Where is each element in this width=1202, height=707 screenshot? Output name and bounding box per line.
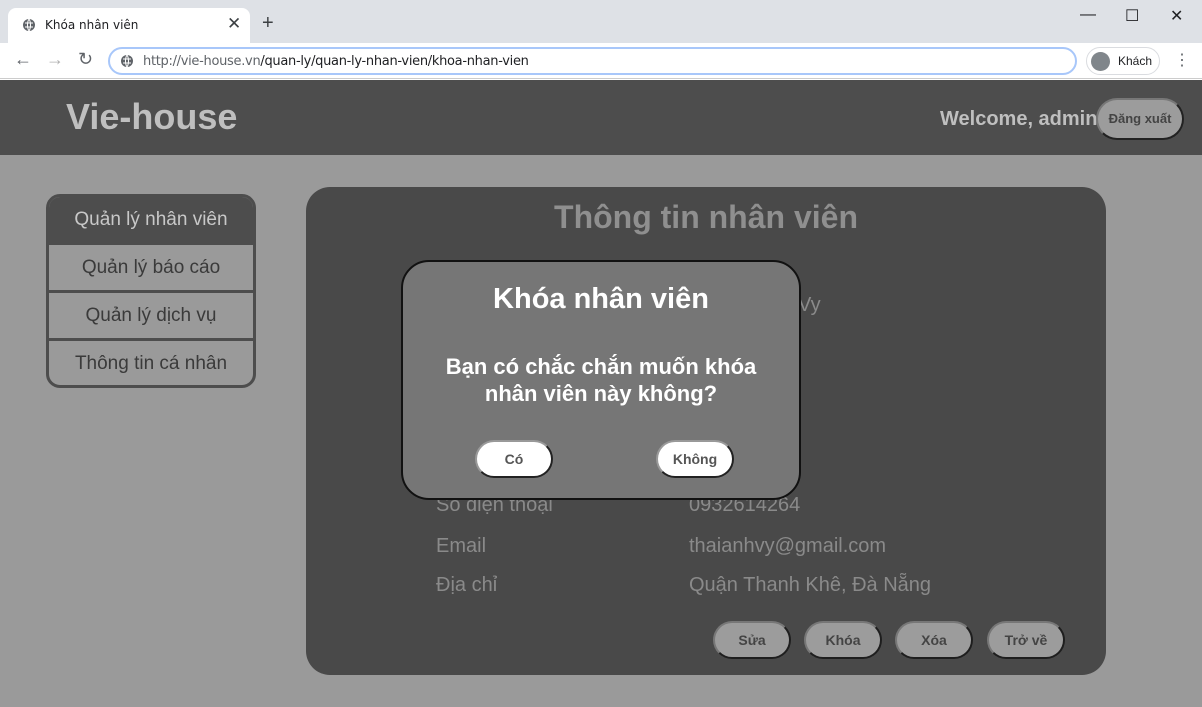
dialog-message: Bạn có chắc chắn muốn khóa nhân viên này… — [445, 354, 757, 406]
tab-title: Khóa nhân viên — [45, 18, 139, 32]
url-text: http://vie-house.vn/quan-ly/quan-ly-nhan… — [143, 54, 529, 69]
profile-button[interactable]: Khách — [1086, 47, 1160, 75]
site-logo[interactable]: Vie-house — [66, 96, 237, 138]
reload-button[interactable]: ↻ — [78, 49, 93, 70]
browser-tabbar: Khóa nhân viên ✕ + — ☐ ✕ — [0, 0, 1202, 43]
site-info-icon[interactable] — [120, 54, 134, 68]
email-label: Email — [436, 535, 487, 557]
address-label: Địa chỉ — [436, 574, 498, 596]
browser-tab[interactable]: Khóa nhân viên ✕ — [8, 8, 250, 43]
card-title: Thông tin nhân viên — [554, 199, 858, 235]
partial-name-value: Vy — [798, 294, 821, 316]
confirm-no-button[interactable]: Không — [656, 440, 734, 478]
email-value: thaianhvy@gmail.com — [689, 535, 887, 557]
confirm-yes-button[interactable]: Có — [475, 440, 553, 478]
page: Vie-house Welcome, admin Đăng xuất Quản … — [0, 80, 1202, 707]
sidebar-item-services[interactable]: Quản lý dịch vụ — [49, 293, 253, 338]
browser-menu-icon[interactable]: ⋮ — [1174, 50, 1190, 70]
avatar-icon — [1091, 52, 1110, 71]
url-host: http://vie-house.vn — [143, 54, 261, 69]
browser-toolbar: ← → ↻ http://vie-house.vn/quan-ly/quan-l… — [0, 43, 1202, 79]
site-header: Vie-house Welcome, admin Đăng xuất — [0, 80, 1202, 155]
new-tab-button[interactable]: + — [262, 12, 274, 35]
dialog-title: Khóa nhân viên — [493, 283, 709, 315]
logout-button[interactable]: Đăng xuất — [1096, 98, 1184, 140]
lock-confirm-dialog: Khóa nhân viên Bạn có chắc chắn muốn khó… — [401, 260, 801, 500]
maximize-button[interactable]: ☐ — [1125, 6, 1139, 26]
minimize-button[interactable]: — — [1080, 6, 1096, 24]
back-button[interactable]: Trở về — [987, 621, 1065, 659]
sidebar-item-profile[interactable]: Thông tin cá nhân — [49, 341, 253, 385]
delete-button[interactable]: Xóa — [895, 621, 973, 659]
tab-close-icon[interactable]: ✕ — [227, 14, 241, 34]
sidebar-item-reports[interactable]: Quản lý báo cáo — [49, 245, 253, 290]
forward-button[interactable]: → — [46, 49, 64, 70]
address-value: Quận Thanh Khê, Đà Nẵng — [689, 574, 932, 596]
sidebar: Quản lý nhân viên Quản lý báo cáo Quản l… — [46, 194, 256, 388]
welcome-text: Welcome, admin — [940, 108, 1098, 130]
edit-button[interactable]: Sửa — [713, 621, 791, 659]
back-button[interactable]: ← — [14, 49, 32, 70]
profile-label: Khách — [1118, 54, 1153, 68]
address-bar[interactable]: http://vie-house.vn/quan-ly/quan-ly-nhan… — [108, 47, 1077, 75]
lock-button[interactable]: Khóa — [804, 621, 882, 659]
globe-icon — [23, 18, 35, 32]
sidebar-item-employees[interactable]: Quản lý nhân viên — [49, 197, 253, 242]
url-path: /quan-ly/quan-ly-nhan-vien/khoa-nhan-vie… — [260, 54, 529, 69]
window-close-button[interactable]: ✕ — [1170, 6, 1183, 26]
